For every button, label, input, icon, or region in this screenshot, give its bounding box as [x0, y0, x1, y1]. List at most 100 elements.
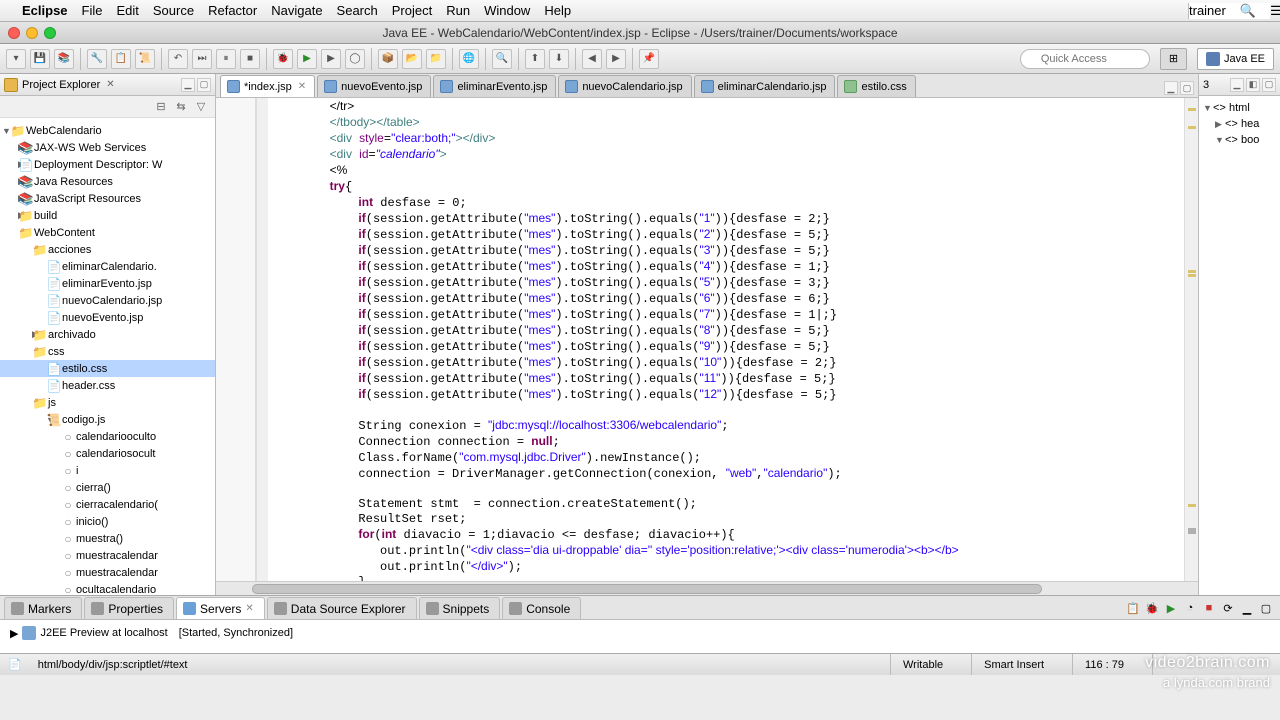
project-tree[interactable]: ▼📁WebCalendario▶📚JAX-WS Web Services▶📄De… [0, 118, 215, 595]
tree-item[interactable]: ▶📚JAX-WS Web Services [0, 139, 215, 156]
overflow-count[interactable]: 3 [1203, 79, 1209, 91]
perspective-javaee[interactable]: Java EE [1197, 48, 1274, 70]
bottom-tab-properties[interactable]: Properties [84, 597, 174, 619]
minimize-view-button[interactable]: ▁ [1230, 78, 1244, 92]
menu-navigate[interactable]: Navigate [271, 3, 322, 18]
tree-item[interactable]: ▼📁WebContent [0, 224, 215, 241]
outline-icon[interactable]: ◧ [1246, 78, 1260, 92]
minimize-view-button[interactable]: ▁ [1239, 600, 1255, 616]
servers-profile-button[interactable]: ◔ [1182, 600, 1198, 616]
bottom-tab-snippets[interactable]: Snippets [419, 597, 501, 619]
editor-tab[interactable]: nuevoEvento.jsp [317, 75, 431, 97]
tool-button[interactable]: 📋 [111, 49, 131, 69]
bottom-tab-servers[interactable]: Servers✕ [176, 597, 265, 619]
annotation-button[interactable]: ⬇ [549, 49, 569, 69]
editor-tab[interactable]: nuevoCalendario.jsp [558, 75, 691, 97]
new-button[interactable]: ▾ [6, 49, 26, 69]
view-menu-button[interactable]: ▽ [193, 99, 209, 115]
tree-item[interactable]: ○calendariosocult [0, 445, 215, 462]
tree-item[interactable]: ▶📁build [0, 207, 215, 224]
server-item[interactable]: ▶ J2EE Preview at localhost [Started, Sy… [10, 626, 1270, 640]
open-type-button[interactable]: 📂 [402, 49, 422, 69]
bottom-tab-console[interactable]: Console [502, 597, 581, 619]
undo-button[interactable]: ↶ [168, 49, 188, 69]
menu-project[interactable]: Project [392, 3, 432, 18]
tree-item[interactable]: ○muestracalendar [0, 564, 215, 581]
back-button[interactable]: ◀ [582, 49, 602, 69]
menu-run[interactable]: Run [446, 3, 470, 18]
maximize-view-button[interactable]: ▢ [1258, 600, 1274, 616]
servers-sync-button[interactable]: ⟳ [1220, 600, 1236, 616]
tree-item[interactable]: ○calendariooculto [0, 428, 215, 445]
tool-button[interactable]: 📌 [639, 49, 659, 69]
menu-window[interactable]: Window [484, 3, 530, 18]
editor-overview-ruler[interactable] [1184, 98, 1198, 581]
menu-help[interactable]: Help [544, 3, 571, 18]
maximize-view-button[interactable]: ▢ [1262, 78, 1276, 92]
tree-item[interactable]: ▼📁js [0, 394, 215, 411]
annotation-button[interactable]: ⬆ [525, 49, 545, 69]
tree-item[interactable]: 📄estilo.css [0, 360, 215, 377]
menu-refactor[interactable]: Refactor [208, 3, 257, 18]
new-package-button[interactable]: 📦 [378, 49, 398, 69]
spotlight-icon[interactable]: 🔍 [1240, 3, 1256, 19]
tree-item[interactable]: ○muestra() [0, 530, 215, 547]
tree-item[interactable]: 📄nuevoCalendario.jsp [0, 292, 215, 309]
tree-item[interactable]: ○ocultacalendario [0, 581, 215, 595]
save-button[interactable]: 💾 [30, 49, 50, 69]
close-tab-button[interactable]: ✕ [245, 603, 253, 614]
tree-item[interactable]: ▶📚JavaScript Resources [0, 190, 215, 207]
servers-stop-button[interactable]: ■ [1201, 600, 1217, 616]
close-window-button[interactable] [8, 27, 20, 39]
servers-debug-button[interactable]: 🐞 [1144, 600, 1160, 616]
web-browser-button[interactable]: 🌐 [459, 49, 479, 69]
minimize-editor-button[interactable]: ▁ [1164, 81, 1178, 95]
save-all-button[interactable]: 📚 [54, 49, 74, 69]
tree-item[interactable]: ○cierra() [0, 479, 215, 496]
code-editor[interactable]: </tr> </tbody></table> <div style="clear… [216, 98, 1198, 581]
editor-tab[interactable]: eliminarEvento.jsp [433, 75, 556, 97]
tree-item[interactable]: ▶📄Deployment Descriptor: W [0, 156, 215, 173]
open-task-button[interactable]: 📁 [426, 49, 446, 69]
bottom-tab-markers[interactable]: Markers [4, 597, 82, 619]
search-button[interactable]: 🔍 [492, 49, 512, 69]
tool-button[interactable]: 📜 [135, 49, 155, 69]
maximize-editor-button[interactable]: ▢ [1180, 81, 1194, 95]
editor-folding-ruler[interactable] [256, 98, 268, 581]
app-name[interactable]: Eclipse [22, 3, 68, 18]
outline-item[interactable]: ▼<>html [1203, 100, 1276, 116]
servers-publish-button[interactable]: 📋 [1125, 600, 1141, 616]
menu-icon[interactable]: ☰ [1270, 3, 1280, 19]
outline-item[interactable]: ▼<>boo [1203, 132, 1276, 148]
tree-item[interactable]: ▼📜codigo.js [0, 411, 215, 428]
tree-item[interactable]: ▶📁archivado [0, 326, 215, 343]
link-editor-button[interactable]: ⇆ [173, 99, 189, 115]
tree-item[interactable]: 📄header.css [0, 377, 215, 394]
forward-button[interactable]: ▶ [606, 49, 626, 69]
close-view-button[interactable]: ✕ [106, 79, 114, 90]
tree-item[interactable]: ▶📚Java Resources [0, 173, 215, 190]
ext-tools-button[interactable]: ◯ [345, 49, 365, 69]
skip-button[interactable]: ⏭ [192, 49, 212, 69]
editor-tab[interactable]: *index.jsp✕ [220, 75, 315, 97]
menu-search[interactable]: Search [337, 3, 378, 18]
debug-button[interactable]: 🐞 [273, 49, 293, 69]
tree-item[interactable]: ○muestracalendar [0, 547, 215, 564]
servers-list[interactable]: ▶ J2EE Preview at localhost [Started, Sy… [0, 620, 1280, 653]
menu-file[interactable]: File [82, 3, 103, 18]
tree-item[interactable]: ○i [0, 462, 215, 479]
tree-item[interactable]: 📄nuevoEvento.jsp [0, 309, 215, 326]
editor-horizontal-scrollbar[interactable] [216, 581, 1198, 595]
minimize-view-button[interactable]: ▁ [181, 78, 195, 92]
open-perspective-button[interactable]: ⊞ [1160, 48, 1187, 70]
run-button[interactable]: ▶ [297, 49, 317, 69]
editor-tab[interactable]: eliminarCalendario.jsp [694, 75, 836, 97]
collapse-all-button[interactable]: ⊟ [153, 99, 169, 115]
outline-item[interactable]: ▶<>hea [1203, 116, 1276, 132]
menu-edit[interactable]: Edit [116, 3, 138, 18]
editor-tab[interactable]: estilo.css [837, 75, 915, 97]
project-root[interactable]: ▼📁WebCalendario [0, 122, 215, 139]
tree-item[interactable]: ○cierracalendario( [0, 496, 215, 513]
servers-start-button[interactable]: ▶ [1163, 600, 1179, 616]
close-tab-button[interactable]: ✕ [298, 81, 306, 92]
